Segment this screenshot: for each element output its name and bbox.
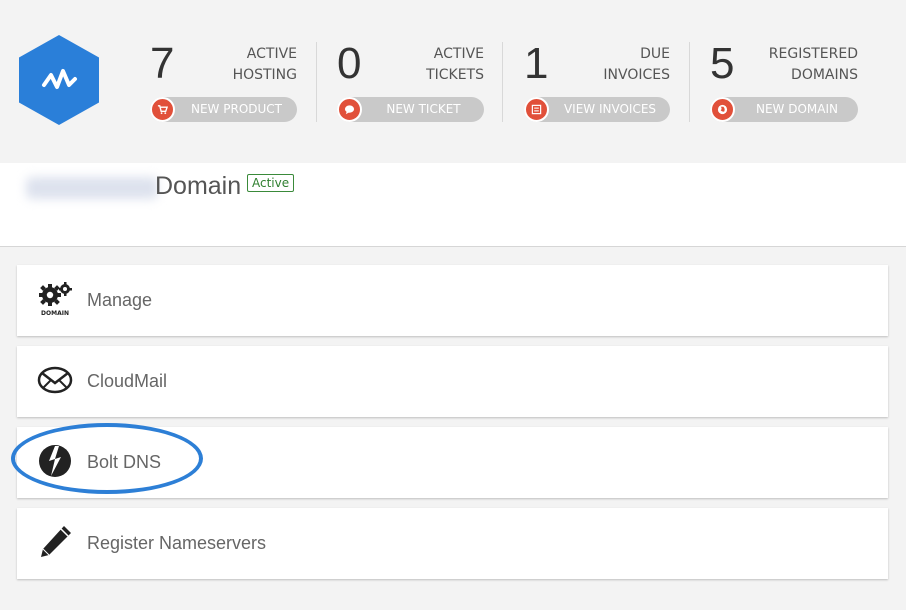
- domain-title-bar: Domain Active: [0, 163, 906, 247]
- stat-number: 1: [524, 39, 549, 88]
- stat-number: 7: [150, 39, 175, 88]
- menu-item-bolt-dns[interactable]: Bolt DNS: [17, 427, 888, 498]
- button-label: NEW DOMAIN: [755, 102, 838, 116]
- stat-number: 0: [337, 39, 362, 88]
- bolt-dns-icon: [39, 445, 71, 477]
- stat-active-tickets: 0 ACTIVE TICKETS NEW TICKET: [337, 40, 484, 126]
- new-ticket-button[interactable]: NEW TICKET: [337, 97, 484, 122]
- menu-item-register-nameservers[interactable]: Register Nameservers: [17, 508, 888, 579]
- menu-item-label: Manage: [87, 290, 153, 310]
- brand-logo-icon[interactable]: [19, 35, 99, 125]
- button-label: NEW TICKET: [386, 102, 461, 116]
- stat-label: DUE INVOICES: [603, 46, 670, 83]
- stat-active-hosting: 7 ACTIVE HOSTING NEW PRODUCT: [150, 40, 297, 126]
- list-icon: [524, 97, 549, 122]
- header: 7 ACTIVE HOSTING NEW PRODUCT 0 ACTIVE TI…: [0, 0, 906, 163]
- blurred-domain-name: [26, 177, 158, 199]
- new-product-button[interactable]: NEW PRODUCT: [150, 97, 297, 122]
- cart-icon: [150, 97, 175, 122]
- view-invoices-button[interactable]: VIEW INVOICES: [524, 97, 670, 122]
- divider: [502, 42, 503, 122]
- page-title: Domain: [155, 172, 242, 200]
- menu-item-manage[interactable]: DOMAIN Manage: [17, 265, 888, 336]
- menu-item-label: CloudMail: [87, 371, 168, 391]
- divider: [316, 42, 317, 122]
- chat-bubble-icon: [337, 97, 362, 122]
- stat-number: 5: [710, 39, 735, 88]
- new-domain-button[interactable]: NEW DOMAIN: [710, 97, 858, 122]
- stat-due-invoices: 1 DUE INVOICES VIEW INVOICES: [524, 40, 670, 126]
- stat-registered-domains: 5 REGISTERED DOMAINS NEW DOMAIN: [710, 40, 858, 126]
- stat-label: REGISTERED DOMAINS: [768, 46, 858, 83]
- globe-icon: [710, 97, 735, 122]
- menu-item-label: Register Nameservers: [87, 533, 267, 553]
- status-badge: Active: [247, 174, 295, 192]
- button-label: NEW PRODUCT: [191, 102, 282, 116]
- menu-item-label: Bolt DNS: [87, 452, 162, 472]
- gear-domain-icon: DOMAIN: [39, 282, 72, 317]
- stat-label: ACTIVE TICKETS: [426, 46, 484, 83]
- pencil-icon: [41, 526, 71, 557]
- svg-text:DOMAIN: DOMAIN: [41, 310, 69, 317]
- menu-item-cloudmail[interactable]: CloudMail: [17, 346, 888, 417]
- stat-label: ACTIVE HOSTING: [232, 46, 297, 83]
- button-label: VIEW INVOICES: [563, 102, 657, 116]
- envelope-icon: [37, 366, 73, 394]
- divider: [689, 42, 690, 122]
